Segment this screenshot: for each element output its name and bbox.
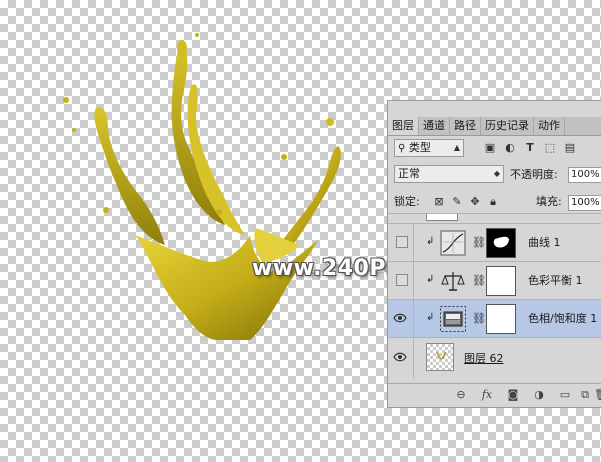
layer-mask-thumbnail[interactable] [486, 304, 516, 334]
lock-image-icon[interactable]: ✎ [450, 195, 464, 209]
layer-name[interactable]: 色彩平衡 1 [528, 272, 583, 288]
blend-mode-select[interactable]: 正常 ◆ [394, 165, 504, 183]
filter-type-select[interactable]: ⚲ 类型 ▲ [394, 139, 464, 157]
layer-row-layer-62[interactable]: 图层 62 [388, 337, 601, 378]
layer-row-curves[interactable]: ↲ ⛓ 曲线 1 [388, 223, 601, 262]
color-balance-adjustment-icon [441, 272, 465, 291]
layer-name[interactable]: 色相/饱和度 1 [528, 310, 597, 326]
panel-tabs: 图层 通道 路径 历史记录 动作 [388, 117, 601, 136]
clip-arrow-icon: ↲ [426, 312, 435, 323]
fill-label: 填充: [536, 195, 562, 208]
tab-channels[interactable]: 通道 [419, 117, 450, 135]
divider [413, 338, 414, 378]
layer-thumbnail[interactable] [426, 343, 454, 371]
opacity-input[interactable]: 100% [568, 167, 601, 183]
curves-adjustment-icon [440, 230, 466, 256]
link-icon[interactable]: ⛓ [472, 236, 486, 249]
tab-layers[interactable]: 图层 [388, 117, 419, 135]
image-filter-icon[interactable]: ▣ [483, 141, 497, 155]
tab-actions[interactable]: 动作 [534, 117, 565, 135]
layer-row-color-balance[interactable]: ↲ ⛓ 色彩平衡 1 [388, 261, 601, 300]
opacity-label: 不透明度: [510, 168, 558, 181]
blend-row: 正常 ◆ 不透明度: 100% [388, 163, 601, 185]
add-mask-icon[interactable]: ◙ [506, 388, 520, 402]
divider [413, 224, 414, 262]
eye-icon[interactable] [393, 350, 407, 364]
updown-arrow-icon: ◆ [493, 169, 500, 178]
lock-label: 锁定: [394, 195, 420, 208]
panel-bottom-toolbar: ⊖ fx ◙ ◑ ▭ ⧉ 🗑︎ [388, 383, 601, 407]
search-icon: ⚲ [398, 143, 406, 154]
smart-object-filter-icon[interactable]: ▤ [563, 141, 577, 155]
lock-all-icon[interactable]: 🔒︎ [486, 195, 500, 209]
updown-arrow-icon: ▲ [453, 143, 460, 152]
layer-mask-thumbnail[interactable] [486, 228, 516, 258]
layer-mask-thumbnail[interactable] [486, 266, 516, 296]
new-layer-icon[interactable]: ⧉ [578, 388, 592, 402]
new-group-icon[interactable]: ▭ [558, 388, 572, 402]
clip-arrow-icon: ↲ [426, 274, 435, 285]
divider [413, 262, 414, 300]
fx-icon[interactable]: fx [480, 388, 494, 402]
layer-name[interactable]: 曲线 1 [528, 234, 561, 250]
link-icon[interactable]: ⛓ [472, 274, 486, 287]
layer-row-hue-saturation[interactable]: ↲ ⛓ 色相/饱和度 1 [388, 299, 601, 338]
filter-type-label: 类型 [408, 141, 431, 154]
layer-row-partial [388, 213, 601, 223]
lock-row: 锁定: ⊠ ✎ ✥ 🔒︎ 填充: 100% [388, 193, 601, 213]
filter-row: ⚲ 类型 ▲ ▣ ◐ T ⬚ ▤ [388, 137, 601, 159]
layers-panel: 图层 通道 路径 历史记录 动作 ⚲ 类型 ▲ ▣ ◐ T ⬚ ▤ 正常 ◆ 不… [387, 100, 601, 408]
adjustment-filter-icon[interactable]: ◐ [503, 141, 517, 155]
tab-paths[interactable]: 路径 [450, 117, 481, 135]
visibility-toggle-off[interactable] [396, 236, 408, 248]
blend-mode-value: 正常 [398, 167, 420, 180]
shape-filter-icon[interactable]: ⬚ [543, 141, 557, 155]
mask-shape [493, 236, 509, 248]
splash-body [63, 33, 341, 340]
link-icon[interactable]: ⛓ [472, 312, 486, 325]
layer-thumbnail-partial [426, 214, 458, 221]
visibility-toggle-off[interactable] [396, 274, 408, 286]
type-filter-icon[interactable]: T [523, 141, 537, 155]
splash-thumbnail [436, 351, 447, 360]
new-adjustment-icon[interactable]: ◑ [532, 388, 546, 402]
divider [413, 300, 414, 338]
eye-icon[interactable] [393, 311, 407, 325]
hue-saturation-adjustment-icon [440, 306, 466, 332]
fill-input[interactable]: 100% [568, 195, 601, 211]
clip-arrow-icon: ↲ [426, 236, 435, 247]
lock-position-icon[interactable]: ✥ [468, 195, 482, 209]
link-layers-icon[interactable]: ⊖ [454, 388, 468, 402]
delete-icon[interactable]: 🗑︎ [594, 388, 601, 402]
layer-name[interactable]: 图层 62 [464, 350, 504, 366]
lock-transparent-icon[interactable]: ⊠ [432, 195, 446, 209]
tab-history[interactable]: 历史记录 [481, 117, 534, 135]
